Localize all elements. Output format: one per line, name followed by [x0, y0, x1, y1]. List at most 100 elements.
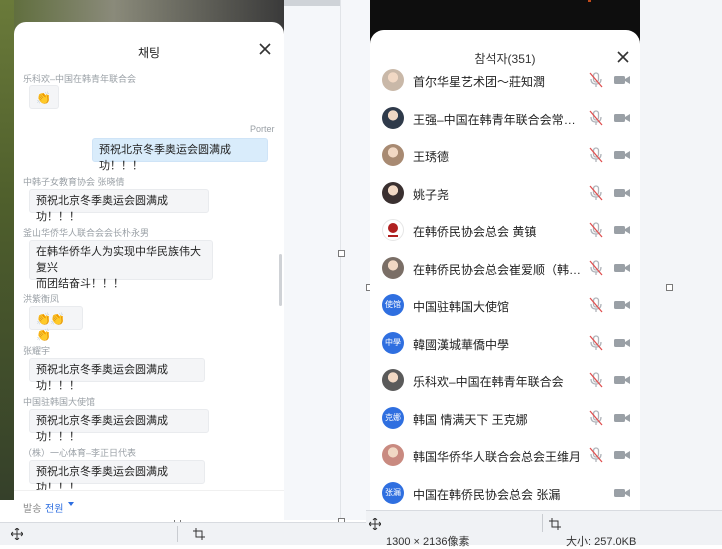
mic-muted-icon[interactable] [589, 109, 603, 126]
participant-name: 韩国华侨华人联合会总会王维月 [413, 450, 582, 464]
participant-name: 中国驻韩国大使馆 [413, 300, 510, 314]
send-target-dropdown[interactable]: 전원 [45, 500, 63, 515]
resize-handle[interactable] [666, 284, 673, 291]
avatar [382, 369, 404, 391]
crop-icon [549, 518, 561, 530]
avatar [382, 219, 404, 241]
selection-frame [340, 0, 341, 522]
mic-muted-icon[interactable] [589, 297, 603, 313]
avatar [382, 69, 404, 91]
message-bubble: 预祝北京冬季奥运会圆满成功！！！ [29, 189, 209, 223]
camera-icon[interactable] [613, 224, 631, 236]
mic-muted-icon[interactable] [589, 409, 603, 426]
message-sender: 中韩子女教育协会 张晓倩 [23, 177, 125, 187]
participant-row[interactable]: 在韩侨民协会总会崔爱顺（韩国华人华侨妇女会长） [370, 250, 640, 286]
participant-name: 中国在韩侨民协会总会 张漏 [413, 487, 561, 502]
avatar: 使馆 [382, 294, 404, 316]
avatar: 克娜 [382, 406, 404, 429]
status-separator [542, 514, 543, 532]
camera-icon[interactable] [613, 412, 631, 424]
status-bar-right: 1300 × 2136像素 大小: 257.0KB [366, 510, 722, 548]
chat-title: 채팅 [137, 46, 161, 60]
mic-muted-icon[interactable] [589, 72, 603, 88]
message-text-line: 而团结奋斗！！！ [36, 278, 124, 290]
participant-name: 在韩侨民协会总会崔爱顺（韩国华人华侨妇女会长） [413, 262, 583, 277]
chat-panel: 채팅 乐科欢–中国在韩青年联合会 👏 Porter 预祝北京冬季奥运会圆满成功！… [14, 22, 284, 520]
avatar [382, 106, 404, 129]
camera-icon[interactable] [613, 112, 631, 124]
message-bubble: 预祝北京冬季奥运会圆满成功！！！ [29, 409, 209, 443]
message-bubble: 在韩华侨华人为实现中华民族伟大复兴 而团结奋斗！！！ [29, 240, 213, 290]
participant-name: 在韩侨民协会总会 黄镇 [413, 225, 537, 239]
mic-muted-icon[interactable] [589, 334, 603, 351]
participant-row[interactable]: 张漏 中国在韩侨民协会总会 张漏 [370, 475, 640, 511]
participant-name: 韓國漢城華僑中學 [413, 337, 510, 352]
resize-handle[interactable] [338, 250, 345, 257]
message-bubble: 👏👏👏 [29, 306, 83, 342]
message-sender: 釜山华侨华人联合会会长朴永男 [23, 228, 150, 238]
mic-muted-icon[interactable] [589, 184, 603, 201]
camera-icon[interactable] [613, 299, 631, 311]
participant-row[interactable]: 在韩侨民协会总会 黄镇 [370, 212, 640, 248]
mic-muted-icon[interactable] [589, 222, 603, 238]
status-bar-left [0, 522, 366, 545]
image-dimensions: 1300 × 2136像素 [386, 536, 470, 548]
participant-row[interactable]: 首尔华星艺术团～莊知潤 [370, 62, 640, 98]
close-icon[interactable] [258, 42, 272, 56]
avatar [382, 444, 404, 466]
mic-muted-icon[interactable] [589, 259, 603, 276]
message-text-line: 在韩华侨华人为实现中华民族伟大复兴 [36, 246, 201, 274]
mic-muted-icon[interactable] [589, 447, 603, 463]
participant-row[interactable]: 姚子尧 [370, 175, 640, 211]
message-bubble-mine: 预祝北京冬季奥运会圆满成功！！！ [92, 138, 268, 172]
canvas-gap [284, 0, 370, 520]
camera-icon[interactable] [613, 374, 631, 386]
canvas-gap-right [640, 0, 722, 510]
chat-scrollbar[interactable] [279, 254, 282, 306]
camera-icon[interactable] [613, 337, 631, 349]
avatar [382, 144, 404, 166]
message-sender: 洪紫衡凤 [23, 294, 60, 304]
message-sender: 乐科欢–中国在韩青年联合会 [23, 74, 137, 84]
message-bubble: 预祝北京冬季奥运会圆满成功！！！ [29, 460, 205, 494]
status-separator [177, 526, 178, 542]
participant-name: 王琇德 [413, 150, 450, 164]
participant-row[interactable]: 王琇德 [370, 137, 640, 173]
participant-row[interactable]: 使馆 中国驻韩国大使馆 [370, 287, 640, 323]
participant-row[interactable]: 中學 韓國漢城華僑中學 [370, 325, 640, 361]
avatar [382, 256, 404, 279]
move-icon [11, 528, 23, 540]
avatar [382, 181, 404, 204]
participant-name: 首尔华星艺术团～莊知潤 [413, 75, 546, 89]
canvas-gap-top [284, 0, 340, 6]
move-icon [369, 518, 381, 530]
background-wallpaper-strip [0, 0, 14, 500]
message-bubble: 预祝北京冬季奥运会圆满成功！！！ [29, 358, 205, 392]
message-sender: Porter [250, 124, 275, 134]
participant-name: 姚子尧 [413, 187, 450, 202]
camera-icon[interactable] [613, 74, 631, 86]
participant-name: 乐科欢–中国在韩青年联合会 [413, 375, 564, 389]
camera-icon[interactable] [613, 262, 631, 274]
participant-name: 韩国 情满天下 王克娜 [413, 412, 528, 427]
participant-row[interactable]: 韩国华侨华人联合会总会王维月 [370, 437, 640, 473]
chat-footer: 발송 전원 [14, 490, 284, 520]
participant-name: 王强–中国在韩青年联合会常务副会长 [413, 112, 583, 127]
message-sender: （株）一心体育–李正日代表 [23, 448, 137, 458]
file-size: 大小: 257.0KB [566, 536, 637, 548]
crop-icon [193, 528, 205, 540]
chevron-down-icon[interactable] [68, 502, 74, 506]
participant-row[interactable]: 王强–中国在韩青年联合会常务副会长 [370, 100, 640, 136]
participant-row[interactable]: 乐科欢–中国在韩青年联合会 [370, 362, 640, 398]
mic-muted-icon[interactable] [589, 147, 603, 163]
camera-icon[interactable] [613, 449, 631, 461]
camera-icon[interactable] [613, 187, 631, 199]
message-sender: 张耀宇 [23, 346, 51, 356]
participants-panel: 참석자(351) 首尔华星艺术团～莊知潤王强–中国在韩青年联合会常务副会长王琇德… [370, 30, 640, 510]
avatar: 中學 [382, 331, 404, 354]
camera-icon[interactable] [613, 149, 631, 161]
mic-muted-icon[interactable] [589, 372, 603, 388]
message-sender: 中国驻韩国大使馆 [23, 397, 96, 407]
participant-row[interactable]: 克娜 韩国 情满天下 王克娜 [370, 400, 640, 436]
camera-icon[interactable] [613, 487, 631, 499]
